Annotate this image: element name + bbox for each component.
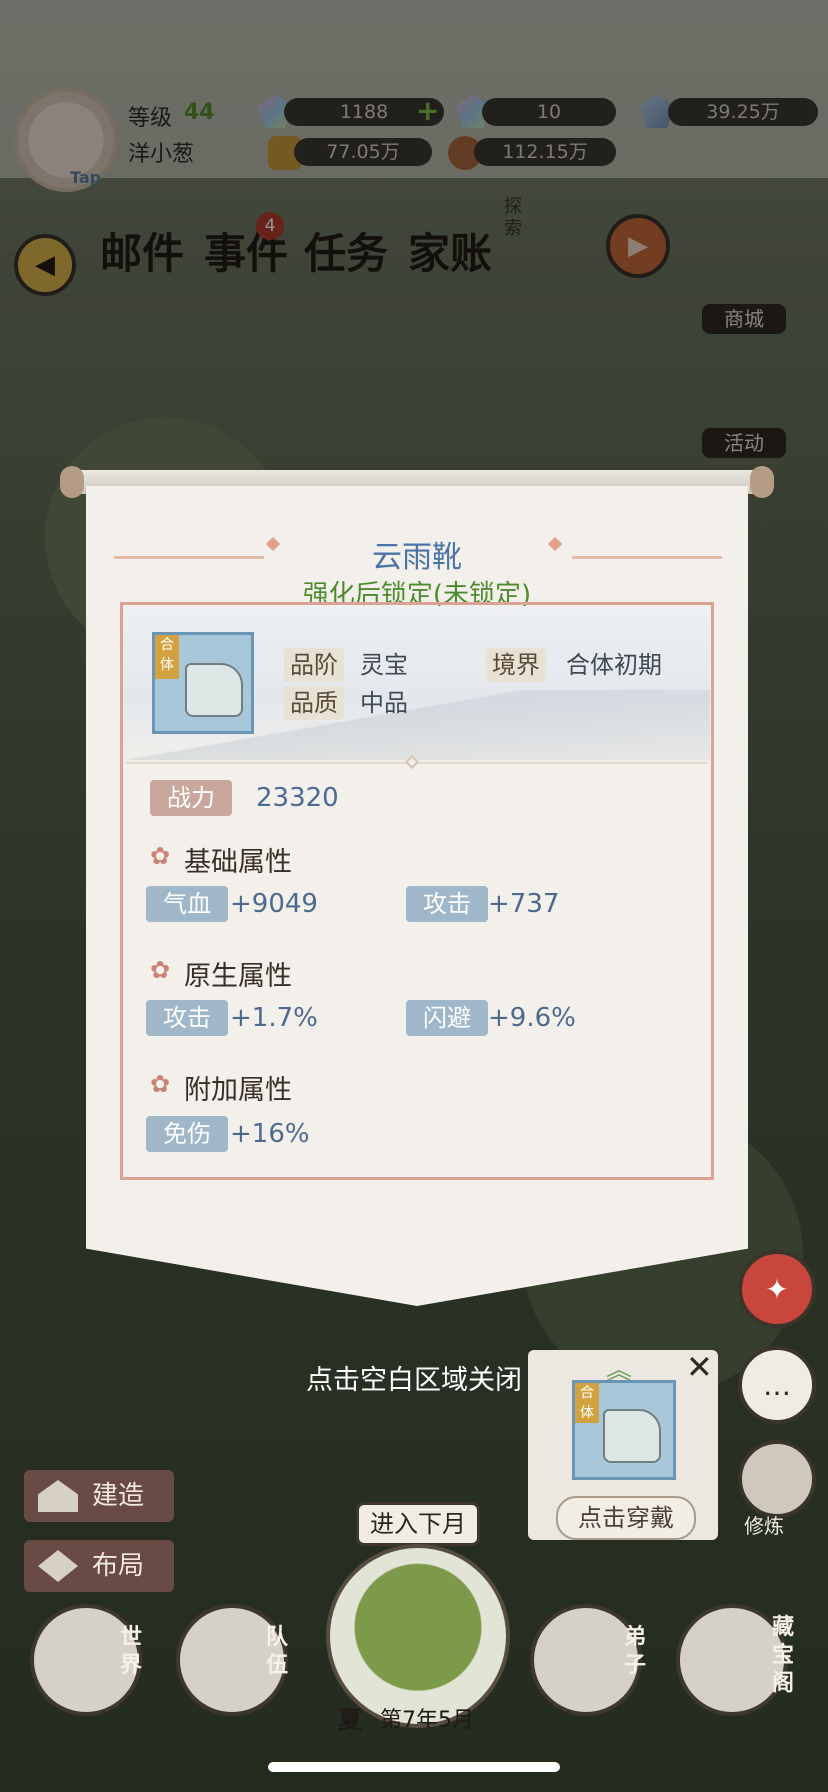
scroll-rod-end-right bbox=[750, 466, 774, 498]
section-title-basic: 基础属性 bbox=[184, 847, 292, 878]
cultivate-icon[interactable] bbox=[738, 1440, 816, 1518]
power-label: 战力 bbox=[150, 780, 232, 816]
power-value: 23320 bbox=[256, 783, 339, 813]
equip-tier-tag: 合体 bbox=[575, 1383, 599, 1423]
layout-button[interactable]: 布局 bbox=[24, 1540, 174, 1592]
season-label: 夏 bbox=[338, 1706, 362, 1734]
scroll-rod-end-left bbox=[60, 466, 84, 498]
team-label: 队伍 bbox=[266, 1625, 289, 1678]
stat-label: 攻击 bbox=[146, 1000, 228, 1036]
section-flower-icon: ✿ bbox=[150, 842, 171, 870]
quality-value: 中品 bbox=[360, 689, 408, 717]
realm-value: 合体初期 bbox=[566, 651, 662, 679]
section-title-native: 原生属性 bbox=[184, 961, 292, 992]
stat-value: +16% bbox=[230, 1119, 310, 1149]
stat-value: +737 bbox=[488, 889, 560, 919]
section-title-extra: 附加属性 bbox=[184, 1075, 292, 1106]
home-indicator bbox=[268, 1762, 560, 1772]
stat-value: +9049 bbox=[230, 889, 318, 919]
next-month-button[interactable]: 进入下月 bbox=[356, 1502, 480, 1546]
stat-label: 气血 bbox=[146, 886, 228, 922]
item-thumbnail: 合体 bbox=[152, 632, 254, 734]
equip-item-thumbnail: 合体 bbox=[572, 1380, 676, 1480]
stat-label: 闪避 bbox=[406, 1000, 488, 1036]
section-flower-icon: ✿ bbox=[150, 1070, 171, 1098]
item-tier-tag: 合体 bbox=[155, 635, 179, 679]
grade-label: 品阶 bbox=[284, 648, 344, 682]
chat-icon[interactable]: … bbox=[738, 1346, 816, 1424]
grid-icon bbox=[38, 1550, 78, 1582]
grade-value: 灵宝 bbox=[360, 651, 408, 679]
house-icon bbox=[38, 1480, 78, 1512]
quality-label: 品质 bbox=[284, 686, 344, 720]
close-icon[interactable]: ✕ bbox=[686, 1348, 713, 1386]
item-name: 云雨靴 bbox=[372, 540, 462, 575]
disciple-label: 弟子 bbox=[624, 1625, 647, 1678]
quest-icon[interactable]: ✦ bbox=[738, 1250, 816, 1328]
world-label: 世界 bbox=[120, 1625, 143, 1678]
equip-button[interactable]: 点击穿戴 bbox=[556, 1496, 696, 1540]
cultivate-label: 修炼 bbox=[744, 1514, 784, 1538]
boot-icon bbox=[185, 663, 243, 717]
date-label: 第7年5月 bbox=[380, 1708, 474, 1733]
stat-value: +1.7% bbox=[230, 1003, 318, 1033]
treasure-label: 藏宝阁 bbox=[772, 1615, 795, 1696]
section-flower-icon: ✿ bbox=[150, 956, 171, 984]
boot-icon bbox=[603, 1409, 661, 1463]
build-label: 建造 bbox=[92, 1481, 145, 1511]
build-button[interactable]: 建造 bbox=[24, 1470, 174, 1522]
stat-label: 攻击 bbox=[406, 886, 488, 922]
layout-label: 布局 bbox=[92, 1551, 145, 1581]
stat-value: +9.6% bbox=[488, 1003, 576, 1033]
realm-label: 境界 bbox=[486, 648, 546, 682]
stat-label: 免伤 bbox=[146, 1116, 228, 1152]
